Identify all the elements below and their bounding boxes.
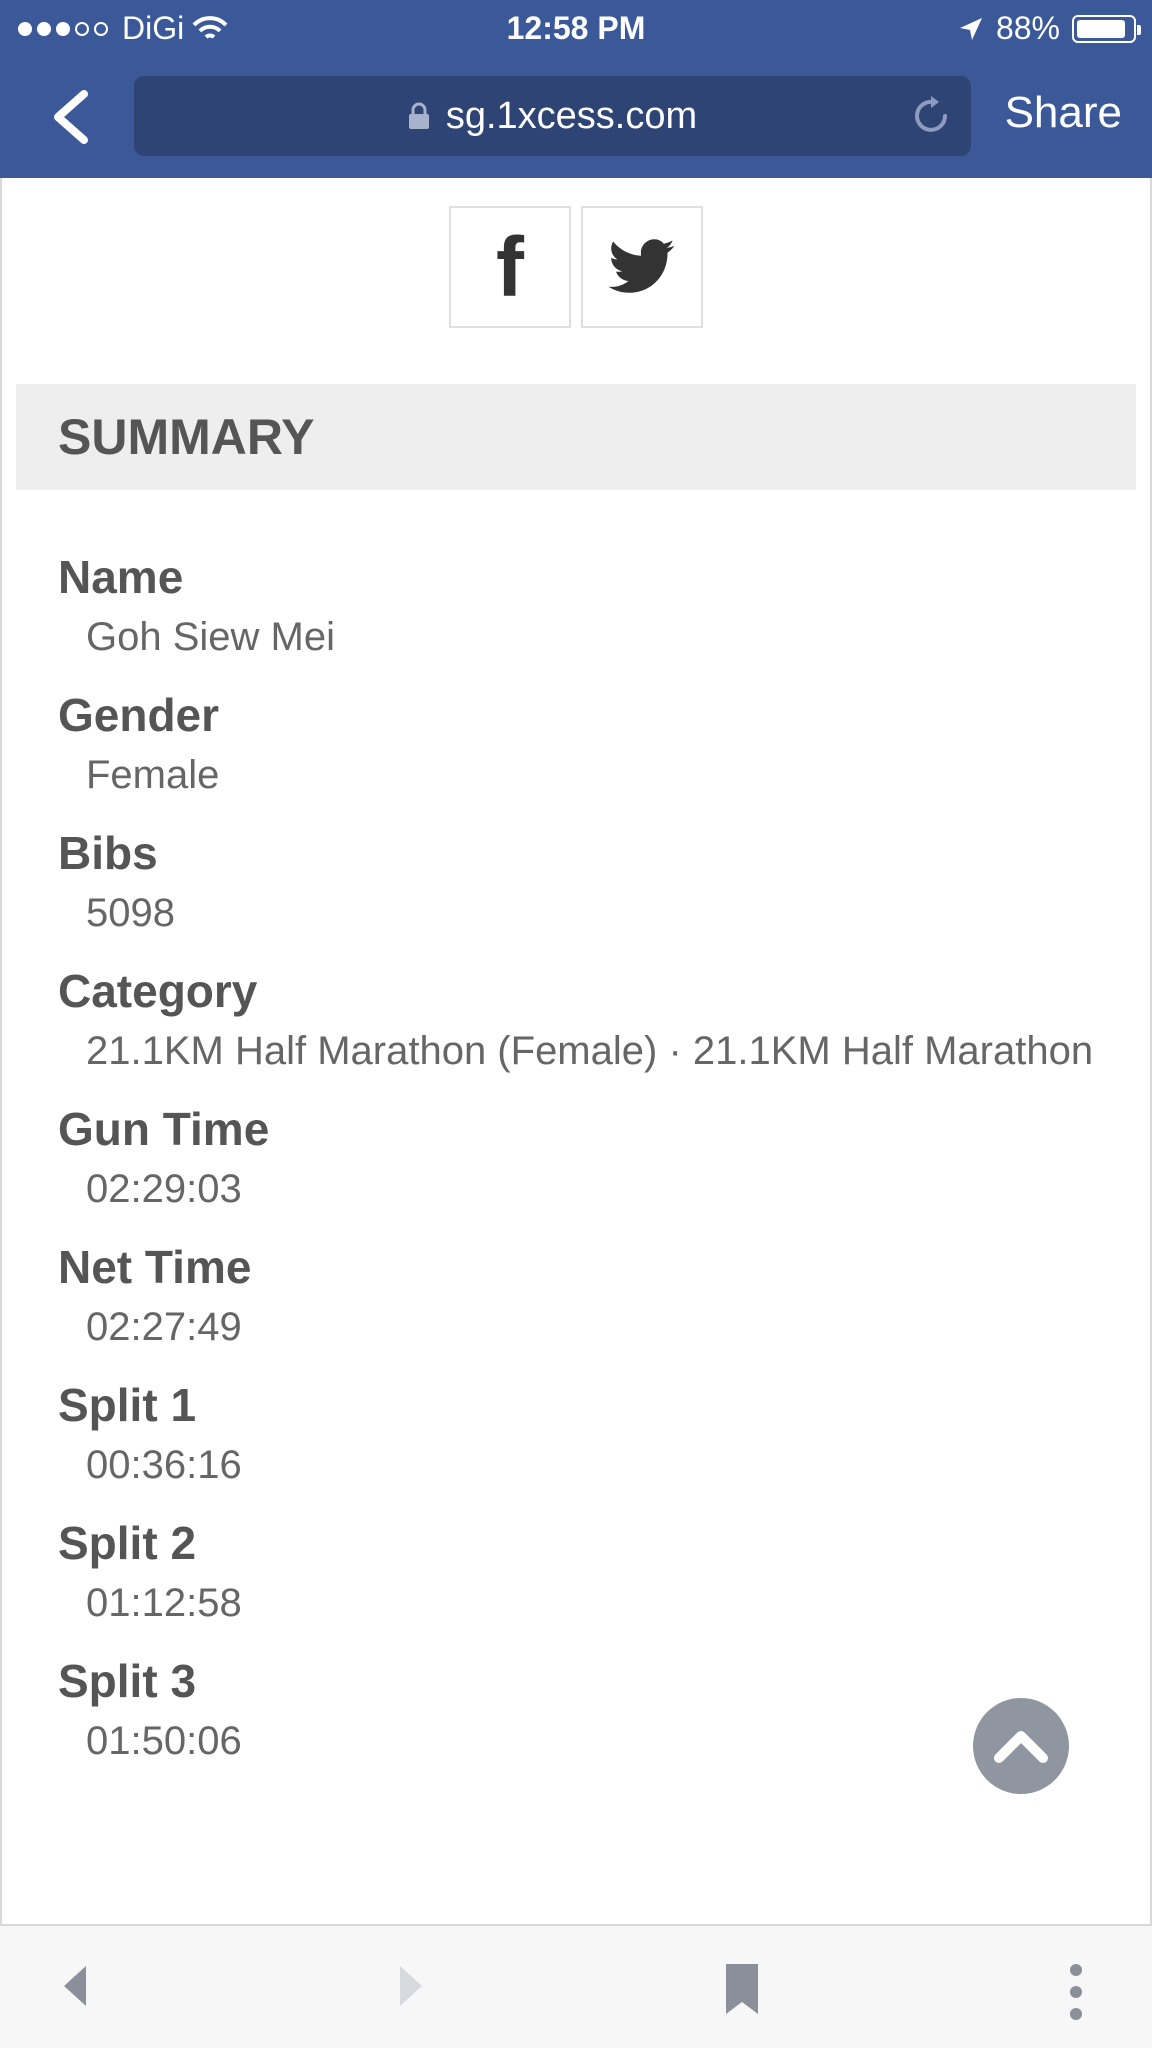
- twitter-icon: [608, 239, 675, 293]
- field-category: Category 21.1KM Half Marathon (Female) ·…: [58, 962, 1098, 1080]
- reload-icon[interactable]: [913, 94, 953, 138]
- back-chevron-icon[interactable]: [46, 90, 98, 144]
- summary-fields: Name Goh Siew Mei Gender Female Bibs 509…: [58, 548, 1098, 1790]
- scroll-to-top-button[interactable]: [973, 1698, 1069, 1794]
- field-value: 21.1KM Half Marathon (Female) · 21.1KM H…: [86, 1029, 1094, 1073]
- browser-nav-row: sg.1xcess.com Share: [0, 76, 1152, 158]
- status-right: 88%: [958, 10, 1141, 47]
- page-border-left: [0, 178, 2, 1924]
- share-button[interactable]: Share: [1005, 88, 1122, 138]
- facebook-share-button[interactable]: f: [449, 206, 571, 328]
- url-bar[interactable]: sg.1xcess.com: [134, 76, 971, 156]
- field-label: Split 2: [58, 1517, 197, 1569]
- status-bar: DiGi 12:58 PM 88%: [0, 0, 1152, 58]
- field-net-time: Net Time 02:27:49: [58, 1238, 1098, 1356]
- field-split-3: Split 3 01:50:06: [58, 1652, 1098, 1770]
- field-value: Female: [86, 753, 220, 797]
- field-value: 5098: [86, 891, 175, 935]
- field-label: Name: [58, 551, 184, 603]
- facebook-icon: f: [496, 220, 524, 314]
- back-arrow-icon[interactable]: [60, 1962, 90, 2010]
- browser-top-bar: DiGi 12:58 PM 88% sg.1xcess.com Share: [0, 0, 1152, 178]
- field-label: Net Time: [58, 1241, 252, 1293]
- twitter-share-button[interactable]: [581, 206, 703, 328]
- field-label: Split 1: [58, 1379, 197, 1431]
- field-value: 02:27:49: [86, 1305, 242, 1349]
- field-value: 01:50:06: [86, 1719, 242, 1763]
- field-gender: Gender Female: [58, 686, 1098, 804]
- location-arrow-icon: [959, 17, 982, 40]
- field-value: 02:29:03: [86, 1167, 242, 1211]
- field-label: Bibs: [58, 827, 158, 879]
- field-label: Split 3: [58, 1655, 197, 1707]
- field-split-1: Split 1 00:36:16: [58, 1376, 1098, 1494]
- field-value: 00:36:16: [86, 1443, 242, 1487]
- bookmark-icon[interactable]: [724, 1962, 760, 2016]
- field-split-2: Split 2 01:12:58: [58, 1514, 1098, 1632]
- field-label: Gender: [58, 689, 220, 741]
- battery-icon: [1072, 14, 1141, 43]
- lock-icon: [408, 102, 429, 129]
- field-label: Category: [58, 965, 258, 1017]
- summary-section-header: SUMMARY: [16, 384, 1136, 490]
- field-value: 01:12:58: [86, 1581, 242, 1625]
- field-label: Gun Time: [58, 1103, 270, 1155]
- field-gun-time: Gun Time 02:29:03: [58, 1100, 1098, 1218]
- url-text: sg.1xcess.com: [445, 94, 698, 137]
- browser-bottom-toolbar: [0, 1924, 1152, 2048]
- chevron-up-icon: [994, 1731, 1048, 1763]
- field-bibs: Bibs 5098: [58, 824, 1098, 942]
- field-name: Name Goh Siew Mei: [58, 548, 1098, 666]
- battery-percent: 88%: [995, 10, 1060, 46]
- field-value: Goh Siew Mei: [86, 615, 335, 659]
- forward-arrow-icon[interactable]: [396, 1962, 426, 2010]
- social-share-buttons: f: [449, 206, 703, 328]
- more-options-icon[interactable]: [1064, 1962, 1088, 2022]
